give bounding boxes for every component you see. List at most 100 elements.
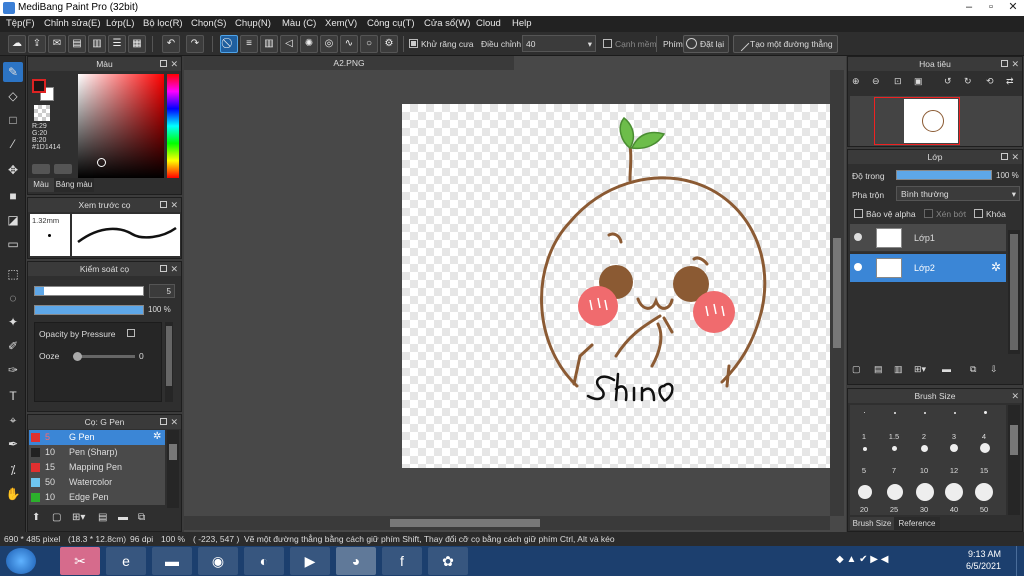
settings-icon[interactable]: ⚙ — [380, 35, 398, 53]
brush-add-icon[interactable]: ⬆ — [32, 512, 48, 526]
brush-item-mapping-pen[interactable]: 15 Mapping Pen — [29, 460, 165, 475]
flip-icon[interactable]: ⇄ — [1006, 76, 1014, 87]
tray-icons[interactable]: ◆ ▲ ✔ ▶ ◀ — [836, 554, 888, 565]
brush-item-edge-pen[interactable]: 10 Edge Pen — [29, 490, 165, 505]
reset-button[interactable]: Đặt lại — [683, 35, 730, 53]
brush-size-option[interactable]: 1.5 — [882, 432, 906, 441]
brush-menu-icon[interactable]: ⊞▾ — [72, 512, 94, 526]
lock-checkbox[interactable] — [974, 209, 983, 218]
new-layer-icon[interactable]: ▢ — [852, 364, 861, 375]
ooze-slider[interactable] — [75, 355, 135, 358]
brush-item-pen-sharp[interactable]: 10 Pen (Sharp) — [29, 445, 165, 460]
taskbar-media-icon[interactable]: ▶ — [290, 547, 330, 575]
gear-icon[interactable]: ✲ — [153, 431, 161, 442]
vanishing-snap-icon[interactable]: ◁ — [280, 35, 298, 53]
ooze-slider-handle[interactable] — [73, 352, 82, 361]
grid-icon[interactable]: ▦ — [128, 35, 146, 53]
tab-reference[interactable]: Reference — [894, 517, 940, 530]
menu-select[interactable]: Chọn(S) — [191, 18, 226, 29]
brush-item-watercolor[interactable]: 50 Watercolor — [29, 475, 165, 490]
new-layer-8bit-icon[interactable]: ▤ — [874, 364, 883, 375]
color-picker-cursor[interactable] — [97, 158, 106, 167]
text-tool-icon[interactable]: T — [3, 386, 23, 406]
operation-tool-icon[interactable]: ⌖ — [3, 410, 23, 430]
maximize-button[interactable]: ▫ — [980, 0, 1002, 16]
brush-opacity-slider[interactable] — [34, 305, 144, 315]
brush-size-option[interactable]: 2 — [912, 432, 936, 441]
menu-edit[interactable]: Chỉnh sửa(E) — [44, 18, 101, 29]
anti-alias-checkbox[interactable] — [409, 39, 418, 48]
folder-icon[interactable]: ▬ — [942, 364, 951, 374]
drawing-canvas[interactable] — [402, 104, 830, 468]
tab-palette[interactable]: Bảng màu — [54, 178, 94, 192]
swap-color-button[interactable] — [54, 164, 72, 174]
bucket-tool-icon[interactable]: ◪ — [3, 210, 23, 230]
brush-new-icon[interactable]: ▢ — [52, 512, 68, 526]
brush-size-option[interactable]: 1 — [852, 432, 876, 441]
menu-file[interactable]: Tệp(F) — [6, 18, 35, 29]
merge-layer-icon[interactable]: ⇩ — [990, 364, 998, 375]
make-line-button[interactable]: Tạo một đường thẳng — [733, 35, 838, 53]
brush-copy-icon[interactable]: ⧉ — [138, 512, 154, 526]
brush-size-option[interactable]: 5 — [852, 466, 876, 475]
taskbar-chrome-icon[interactable]: ◉ — [198, 547, 238, 575]
edge-checkbox[interactable] — [603, 39, 612, 48]
brush-size-option[interactable]: 7 — [882, 466, 906, 475]
document-icon[interactable]: ▥ — [88, 35, 106, 53]
zoom-in-icon[interactable]: ⊕ — [852, 76, 860, 87]
undo-icon[interactable]: ↶ — [162, 35, 180, 53]
saturation-value-picker[interactable] — [78, 74, 164, 178]
brush-size-input[interactable]: 5 — [149, 284, 175, 298]
layer-menu-icon[interactable]: ⊞▾ — [914, 364, 926, 375]
lasso-tool-icon[interactable]: ◌ — [3, 288, 23, 308]
layer-row[interactable]: Lớp1 — [850, 224, 1006, 252]
foreground-color-swatch[interactable] — [32, 79, 46, 93]
divide-tool-icon[interactable]: ✒ — [3, 434, 23, 454]
brush-size-option[interactable]: 40 — [942, 505, 966, 514]
gear-icon[interactable]: ✲ — [991, 260, 1001, 274]
eyedropper-color-button[interactable] — [32, 164, 50, 174]
start-button[interactable] — [6, 548, 36, 574]
shape-tool-icon[interactable]: □ — [3, 110, 23, 130]
reset-view-icon[interactable]: ⟲ — [986, 76, 994, 87]
brush-size-option[interactable]: 30 — [912, 505, 936, 514]
fit-icon[interactable]: ⊡ — [894, 76, 902, 87]
radial-snap-icon[interactable]: ✺ — [300, 35, 318, 53]
brush-size-option[interactable]: 12 — [942, 466, 966, 475]
comment-icon[interactable]: ✉ — [48, 35, 66, 53]
concentric-snap-icon[interactable]: ◎ — [320, 35, 338, 53]
eraser-tool-icon[interactable]: ◇ — [3, 86, 23, 106]
menu-help[interactable]: Help — [512, 18, 532, 29]
menu-filter[interactable]: Bộ lọc(R) — [143, 18, 183, 29]
minimize-button[interactable]: – — [958, 0, 980, 16]
parallel-snap-icon[interactable]: ≡ — [240, 35, 258, 53]
brush-size-scrollbar[interactable] — [1008, 405, 1020, 515]
eyedropper-tool-icon[interactable]: ⁒ — [3, 460, 23, 480]
taskbar-scissors-icon[interactable]: ✂ — [60, 547, 100, 575]
move-tool-icon[interactable]: ✥ — [3, 160, 23, 180]
taskbar-medibang-icon[interactable]: ◕ — [336, 547, 376, 575]
page-icon[interactable]: ▤ — [68, 35, 86, 53]
new-layer-1bit-icon[interactable]: ▥ — [894, 364, 903, 375]
actual-size-icon[interactable]: ▣ — [914, 76, 923, 87]
hand-tool-icon[interactable]: ✋ — [3, 484, 23, 504]
rotate-right-icon[interactable]: ↻ — [964, 76, 972, 87]
menu-cloud[interactable]: Cloud — [476, 18, 501, 29]
menu-color[interactable]: Màu (C) — [282, 18, 316, 29]
layer-scrollbar[interactable] — [1008, 230, 1020, 354]
redo-icon[interactable]: ↷ — [186, 35, 204, 53]
show-desktop-button[interactable] — [1016, 546, 1024, 576]
eye-icon[interactable] — [854, 233, 862, 241]
cross-snap-icon[interactable]: ▥ — [260, 35, 278, 53]
curve-snap-icon[interactable]: ∿ — [340, 35, 358, 53]
brush-params-scrollbar[interactable] — [165, 322, 173, 402]
menu-window[interactable]: Cửa sổ(W) — [424, 18, 470, 29]
brush-size-option[interactable]: 15 — [972, 466, 996, 475]
pressure-checkbox[interactable] — [127, 329, 135, 337]
brush-settings-icon[interactable]: ▤ — [98, 512, 114, 526]
taskbar-ie-icon[interactable]: e — [106, 547, 146, 575]
transparent-color-swatch[interactable] — [34, 105, 50, 121]
circle-snap-icon[interactable]: ○ — [360, 35, 378, 53]
close-button[interactable]: ✕ — [1002, 0, 1024, 16]
brush-size-option[interactable]: 3 — [942, 432, 966, 441]
